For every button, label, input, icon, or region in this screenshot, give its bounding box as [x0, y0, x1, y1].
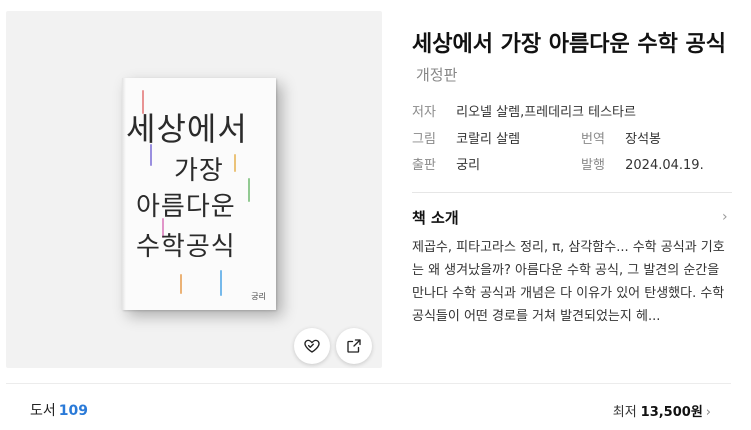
cover-publisher-mark: 궁리	[251, 292, 266, 301]
category-count-value: 109	[58, 403, 88, 419]
share-button[interactable]	[336, 328, 372, 364]
publisher-row: 출판 궁리	[412, 154, 480, 173]
author-value[interactable]: 리오넬 살렘,프레데리크 테스타르	[456, 105, 636, 120]
cover-title-line: 수학공식	[136, 232, 236, 262]
author-row: 저자 리오넬 살렘,프레데리크 테스타르	[412, 101, 636, 120]
translator-row: 번역 장석봉	[581, 128, 661, 147]
cover-title-line: 가장	[174, 156, 224, 186]
publish-date-label: 발행	[581, 158, 605, 173]
price-prefix: 최저	[612, 405, 637, 420]
edition-label: 개정판	[416, 66, 458, 84]
chevron-right-icon[interactable]: ›	[722, 209, 728, 225]
book-cover-image[interactable]: 세상에서 가장 아름다운 수학공식 궁리	[122, 78, 276, 310]
intro-text: 제곱수, 피타고라스 정리, π, 삼각함수... 수학 공식과 기호는 왜 생…	[412, 240, 725, 324]
price-value: 13,500원	[640, 405, 703, 420]
publish-date-row: 발행 2024.04.19.	[581, 154, 704, 173]
book-title[interactable]: 세상에서 가장 아름다운 수학 공식개정판	[412, 30, 732, 90]
publish-date-value: 2024.04.19.	[625, 158, 704, 173]
cover-decoration	[180, 274, 182, 294]
category-label: 도서	[30, 403, 56, 419]
cover-title-line: 아름다운	[136, 192, 236, 222]
cover-panel: 세상에서 가장 아름다운 수학공식 궁리	[6, 11, 382, 368]
translator-value[interactable]: 장석봉	[625, 132, 661, 147]
publisher-value[interactable]: 궁리	[456, 158, 480, 173]
cover-title-line: 세상에서	[126, 110, 248, 148]
footer-divider	[6, 383, 731, 384]
publisher-label: 출판	[412, 158, 436, 173]
like-button[interactable]	[294, 328, 330, 364]
section-divider	[412, 192, 732, 193]
cover-decoration	[220, 270, 222, 296]
category-count[interactable]: 도서 109	[30, 400, 88, 420]
intro-heading[interactable]: 책 소개	[412, 207, 459, 228]
book-title-text[interactable]: 세상에서 가장 아름다운 수학 공식	[412, 32, 726, 57]
illustrator-label: 그림	[412, 132, 436, 147]
lowest-price-link[interactable]: 최저 13,500원 ›	[613, 401, 711, 420]
illustrator-row: 그림 코랄리 살렘	[412, 128, 520, 147]
chevron-right-icon: ›	[705, 405, 711, 420]
translator-label: 번역	[581, 132, 605, 147]
share-icon	[347, 339, 361, 353]
illustrator-value[interactable]: 코랄리 살렘	[456, 132, 520, 147]
cover-decoration	[234, 154, 236, 172]
author-label: 저자	[412, 105, 436, 120]
heart-icon	[304, 339, 320, 353]
cover-decoration	[248, 178, 250, 202]
